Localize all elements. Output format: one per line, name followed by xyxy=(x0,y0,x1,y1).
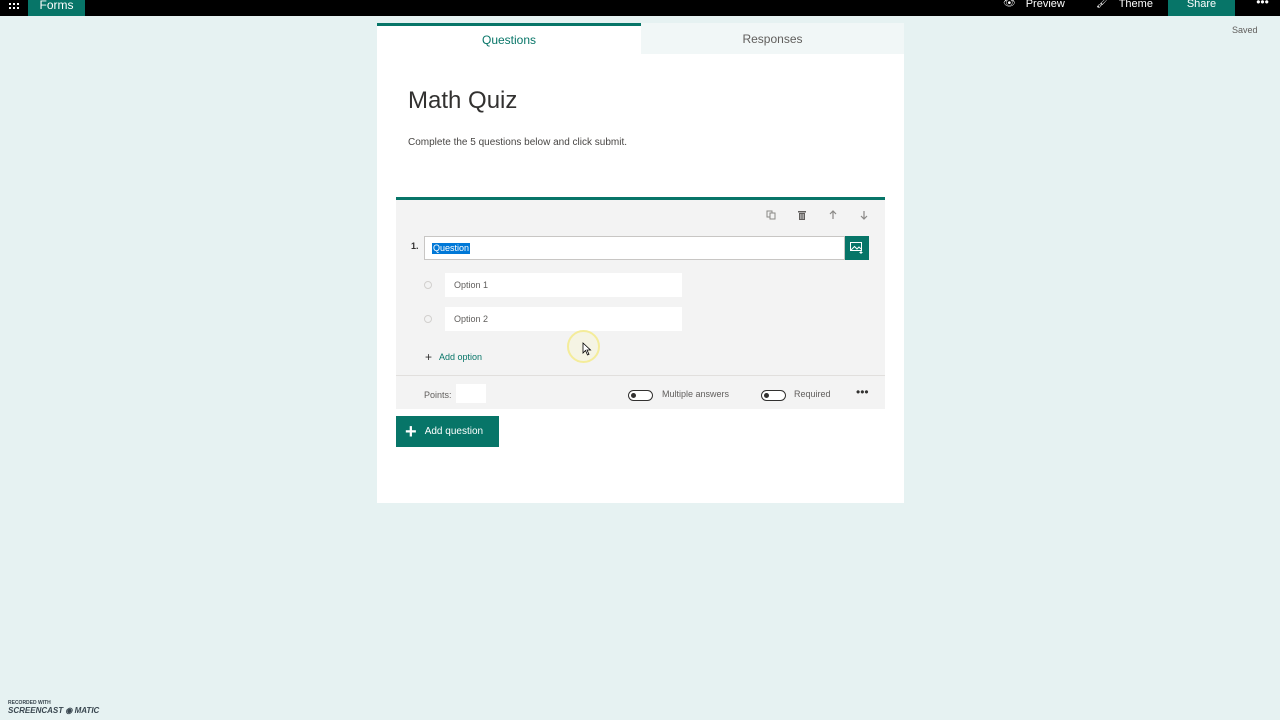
question-title-text: Question xyxy=(432,243,471,254)
question-number: 1. xyxy=(411,241,419,251)
paint-brush-icon: 🖌 xyxy=(1096,0,1109,9)
option-1-input[interactable]: Option 1 xyxy=(445,273,682,297)
theme-label: Theme xyxy=(1118,0,1153,10)
add-question-button[interactable]: + Add question xyxy=(396,416,499,447)
screencast-watermark: RECORDED WITH SCREENCAST ◉ MATIC xyxy=(8,700,99,716)
watermark-line-3: MATIC xyxy=(74,706,100,715)
app-launcher-icon[interactable] xyxy=(0,0,28,16)
preview-button[interactable]: 👁 Preview xyxy=(1003,0,1065,16)
tab-bar: Questions Responses xyxy=(377,23,904,54)
add-option-button[interactable]: + Add option xyxy=(425,350,482,364)
share-button[interactable]: Share xyxy=(1168,0,1235,16)
option-1-radio[interactable] xyxy=(424,281,432,289)
add-option-label: Add option xyxy=(439,352,483,362)
delete-icon[interactable] xyxy=(795,210,809,224)
multiple-answers-toggle[interactable] xyxy=(628,390,653,401)
app-name[interactable]: Forms xyxy=(28,0,85,16)
plus-icon: + xyxy=(405,420,417,443)
form-title[interactable]: Math Quiz xyxy=(408,87,517,115)
points-input[interactable] xyxy=(456,384,486,403)
insert-media-button[interactable] xyxy=(845,236,869,260)
more-options-icon[interactable]: ••• xyxy=(1255,0,1270,16)
theme-button[interactable]: 🖌 Theme xyxy=(1096,0,1153,16)
tab-responses[interactable]: Responses xyxy=(641,23,904,54)
question-toolbar xyxy=(764,210,871,224)
watermark-line-2: SCREENCAST xyxy=(8,706,64,715)
add-question-label: Add question xyxy=(424,426,484,437)
preview-label: Preview xyxy=(1025,0,1065,10)
arrow-down-icon[interactable] xyxy=(857,210,871,224)
save-status: Saved xyxy=(1232,25,1258,35)
mouse-cursor-icon xyxy=(582,342,592,356)
points-label: Points: xyxy=(424,390,452,400)
plus-icon: + xyxy=(425,350,433,364)
eye-icon: 👁 xyxy=(1003,0,1016,9)
watermark-logo-icon: ◉ xyxy=(65,706,73,715)
question-title-input[interactable]: Question xyxy=(424,236,845,260)
tab-questions[interactable]: Questions xyxy=(377,23,641,54)
question-footer: Points: Multiple answers Required ••• xyxy=(396,375,885,409)
image-icon xyxy=(850,242,863,254)
option-2-input[interactable]: Option 2 xyxy=(445,307,682,331)
question-editor: 1. Question Option 1 Option 2 + Add opti… xyxy=(396,197,885,409)
top-bar: Forms 👁 Preview 🖌 Theme Share ••• xyxy=(0,0,1280,16)
required-label: Required xyxy=(794,389,831,399)
required-toggle[interactable] xyxy=(761,390,786,401)
arrow-up-icon[interactable] xyxy=(826,210,840,224)
copy-icon[interactable] xyxy=(764,210,778,224)
option-2-radio[interactable] xyxy=(424,315,432,323)
form-description[interactable]: Complete the 5 questions below and click… xyxy=(408,137,627,148)
multiple-answers-label: Multiple answers xyxy=(662,389,730,399)
question-more-icon[interactable]: ••• xyxy=(856,385,869,399)
